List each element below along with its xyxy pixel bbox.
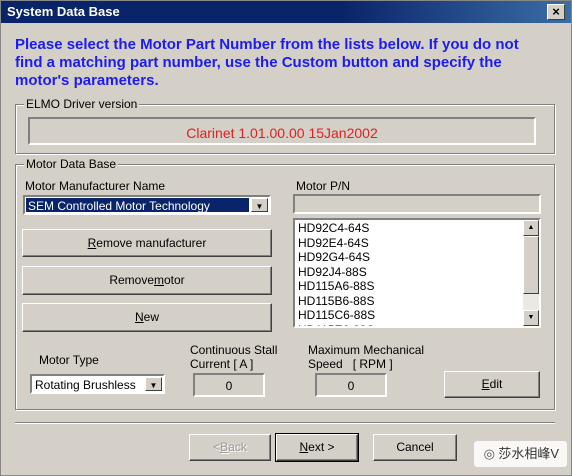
stall-current-label-line1: Continuous Stall — [190, 343, 278, 357]
chevron-down-icon[interactable]: ▼ — [251, 198, 268, 212]
system-data-base-dialog: System Data Base × Please select the Mot… — [0, 0, 572, 476]
wechat-icon: ◎ — [483, 446, 495, 461]
stall-current-value: 0 — [225, 379, 233, 393]
remove-manufacturer-button[interactable]: Remove manufacturer — [22, 229, 272, 257]
new-label: New — [134, 310, 159, 324]
next-button[interactable]: Next > — [275, 433, 359, 462]
motor-pn-list-item[interactable]: HD92E4-64S — [298, 236, 375, 251]
motor-pn-list-item[interactable]: HD92J4-88S — [298, 265, 375, 280]
motor-pn-list-item[interactable]: HD92G4-64S — [298, 250, 375, 265]
stall-current-field[interactable]: 0 — [193, 373, 265, 397]
motor-type-selected-value: Rotating Brushless — [35, 378, 136, 392]
remove-manufacturer-label: Remove manufacturer — [87, 236, 207, 250]
max-speed-label-line2: Speed [ RPM ] — [308, 357, 393, 371]
watermark: ◎ 莎水相峰V — [474, 441, 567, 467]
motor-pn-list-item[interactable]: HD92C4-64S — [298, 221, 375, 236]
remove-motor-label: Remove motor — [109, 273, 185, 287]
stall-current-label-line2: Current [ A ] — [190, 357, 254, 371]
driver-version-field: Clarinet 1.01.00.00 15Jan2002 — [28, 117, 536, 145]
title-bar[interactable]: System Data Base × — [1, 1, 571, 23]
motor-pn-list-item[interactable]: HD115A6-88S — [298, 279, 375, 294]
manufacturer-selected-value: SEM Controlled Motor Technology — [26, 198, 249, 212]
motor-type-label: Motor Type — [39, 353, 99, 367]
back-button[interactable]: < Back — [189, 434, 271, 461]
chevron-down-icon[interactable]: ▼ — [145, 377, 162, 391]
close-button[interactable]: × — [547, 4, 565, 20]
max-speed-label-line1: Maximum Mechanical — [308, 343, 425, 357]
new-button[interactable]: New — [22, 303, 272, 332]
max-speed-value: 0 — [347, 379, 355, 393]
remove-motor-button[interactable]: Remove motor — [22, 266, 272, 295]
footer-separator — [15, 422, 555, 424]
driver-version-group: ELMO Driver version Clarinet 1.01.00.00 … — [15, 97, 555, 154]
motor-pn-list-item[interactable]: HD115C6-88S — [298, 308, 375, 323]
back-label: < Back — [213, 440, 247, 454]
motor-data-base-legend: Motor Data Base — [24, 157, 119, 171]
motor-pn-label: Motor P/N — [296, 179, 351, 193]
manufacturer-label: Motor Manufacturer Name — [25, 179, 166, 193]
close-icon: × — [552, 4, 560, 19]
motor-type-select[interactable]: Rotating Brushless ▼ — [30, 374, 165, 394]
motor-pn-list-item[interactable]: HD115B6-88S — [298, 294, 375, 309]
scroll-down-icon[interactable]: ▼ — [523, 310, 539, 326]
edit-button[interactable]: Edit — [444, 371, 540, 398]
manufacturer-select[interactable]: SEM Controlled Motor Technology ▼ — [23, 195, 271, 215]
motor-pn-scrollbar[interactable]: ▲ ▼ — [523, 220, 539, 326]
cancel-button[interactable]: Cancel — [373, 434, 457, 461]
motor-pn-list-items: HD92C4-64S HD92E4-64S HD92G4-64S HD92J4-88S… — [298, 221, 375, 327]
instructions-text: Please select the Motor Part Number from… — [15, 36, 519, 89]
motor-pn-field[interactable] — [293, 194, 541, 214]
next-label: Next > — [299, 440, 335, 454]
max-speed-field[interactable]: 0 — [315, 373, 387, 397]
watermark-text: 莎水相峰V — [498, 446, 559, 461]
motor-pn-list[interactable]: HD92C4-64S HD92E4-64S HD92G4-64S HD92J4-88S… — [293, 218, 541, 328]
driver-version-legend: ELMO Driver version — [24, 97, 140, 111]
driver-version-value: Clarinet 1.01.00.00 15Jan2002 — [186, 125, 378, 141]
motor-pn-list-item[interactable]: HD115E6-88S — [298, 323, 375, 327]
window-title: System Data Base — [7, 4, 120, 19]
scroll-thumb[interactable] — [523, 236, 539, 294]
scroll-up-icon[interactable]: ▲ — [523, 220, 539, 236]
cancel-label: Cancel — [396, 440, 434, 454]
edit-label: Edit — [481, 377, 503, 391]
